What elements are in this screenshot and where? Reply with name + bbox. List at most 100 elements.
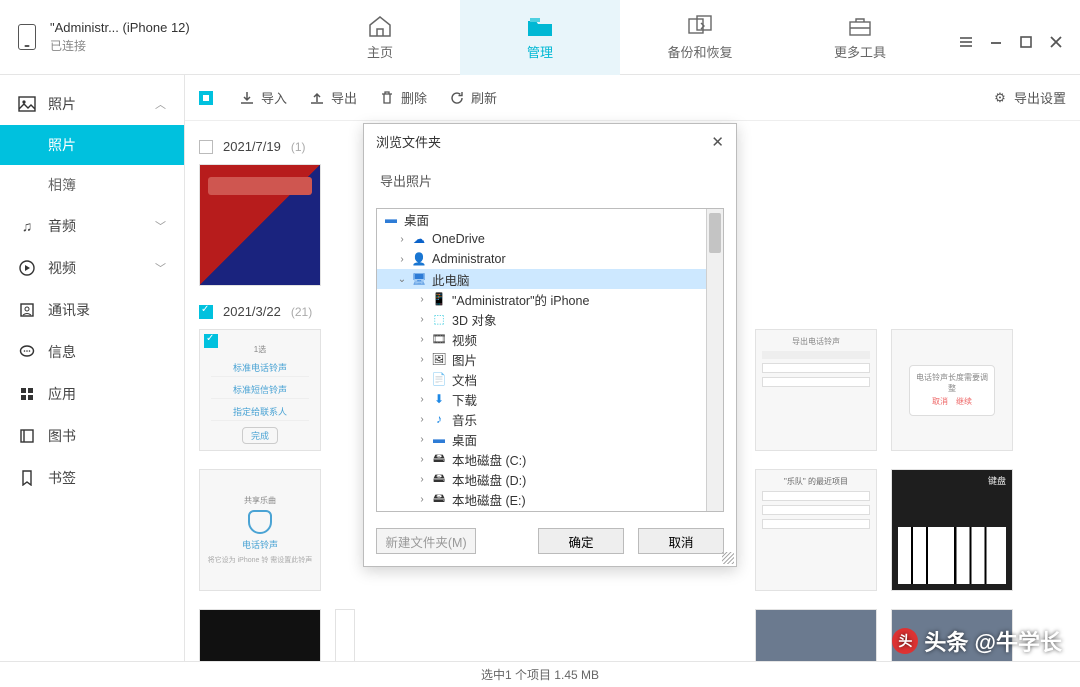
resize-grip[interactable] [722, 552, 734, 564]
group-checkbox[interactable] [199, 305, 213, 319]
cancel-button[interactable]: 取消 [638, 528, 724, 554]
nav-home[interactable]: 主页 [300, 0, 460, 75]
sidebar: 照片 ︿ 照片 相簿 ♫音频﹀ 视频﹀ 通讯录 信息 应用 图书 书签 [0, 75, 185, 661]
thumbnail[interactable]: 1选 标准电话铃声 标准短信铃声 指定给联系人 完成 [199, 329, 321, 451]
tree-row-admin[interactable]: ›👤Administrator [377, 249, 723, 269]
sidebar-photos[interactable]: 照片 ︿ [0, 83, 184, 125]
maximize-button[interactable] [1018, 34, 1034, 50]
folder-tree[interactable]: ▬桌面 ›☁OneDrive ›👤Administrator ⌄🖥此电脑 ›📱"… [376, 208, 724, 512]
dialog-titlebar: 浏览文件夹 ✕ [364, 124, 736, 159]
tree-row-pictures[interactable]: ›🖼图片 [377, 349, 723, 369]
expander-icon[interactable]: › [415, 394, 429, 405]
thumbnail[interactable] [199, 609, 321, 661]
minimize-button[interactable] [988, 34, 1004, 50]
sidebar-apps[interactable]: 应用 [0, 373, 184, 415]
nav-more[interactable]: 更多工具 [780, 0, 940, 75]
refresh-icon [449, 90, 465, 106]
dialog-title: 浏览文件夹 [376, 132, 441, 151]
nav-more-label: 更多工具 [834, 42, 886, 61]
sidebar-sub-photos[interactable]: 照片 [0, 125, 184, 165]
status-text: 选中1 个项目 1.45 MB [481, 666, 599, 683]
close-button[interactable] [1048, 34, 1064, 50]
import-button[interactable]: 导入 [239, 88, 287, 107]
phone-icon: 📱 [431, 292, 447, 306]
sidebar-books[interactable]: 图书 [0, 415, 184, 457]
expander-icon[interactable]: › [415, 374, 429, 385]
chevron-down-icon: ﹀ [155, 260, 166, 276]
refresh-button[interactable]: 刷新 [449, 88, 497, 107]
dialog-close-button[interactable]: ✕ [711, 133, 724, 151]
watermark: 头头条 @牛学长 [892, 625, 1062, 657]
tree-row-diske[interactable]: ›🖴本地磁盘 (E:) [377, 489, 723, 509]
tree-row-videos[interactable]: ›🎞视频 [377, 329, 723, 349]
contacts-icon [18, 301, 36, 319]
message-icon [18, 343, 36, 361]
tree-row-music[interactable]: ›♪音乐 [377, 409, 723, 429]
tree-row-diskd[interactable]: ›🖴本地磁盘 (D:) [377, 469, 723, 489]
sidebar-photos-label: 照片 [48, 94, 76, 114]
sidebar-contacts[interactable]: 通讯录 [0, 289, 184, 331]
thumbnail-partial[interactable] [335, 609, 355, 661]
disk-icon: 🖴 [431, 472, 447, 486]
disk-icon: 🖴 [431, 492, 447, 506]
thumbnail[interactable]: 共享乐曲 电话铃声 将它设为 iPhone 铃 需设置此铃声 [199, 469, 321, 591]
new-folder-button[interactable]: 新建文件夹(M) [376, 528, 476, 554]
thumbnail[interactable]: "乐队" 的最近项目 [755, 469, 877, 591]
select-all-checkbox[interactable] [199, 91, 213, 105]
sidebar-sub-albums[interactable]: 相簿 [0, 165, 184, 205]
sidebar-bookmarks[interactable]: 书签 [0, 457, 184, 499]
sidebar-audio[interactable]: ♫音频﹀ [0, 205, 184, 247]
tree-row-onedrive[interactable]: ›☁OneDrive [377, 229, 723, 249]
expander-icon[interactable]: › [415, 334, 429, 345]
tree-row-diskf[interactable]: ›🖴本地磁盘 (F:) [377, 509, 723, 512]
thumbnail[interactable]: 导出电话铃声 [755, 329, 877, 451]
expander-icon[interactable]: › [395, 254, 409, 265]
tree-row-thispc[interactable]: ⌄🖥此电脑 [377, 269, 723, 289]
expander-icon[interactable]: › [415, 494, 429, 505]
tree-row-desktop[interactable]: ▬桌面 [377, 209, 723, 229]
group-count: (1) [291, 140, 306, 154]
expander-icon[interactable]: › [415, 474, 429, 485]
browse-folder-dialog: 浏览文件夹 ✕ 导出照片 ▬桌面 ›☁OneDrive ›👤Administra… [363, 123, 737, 567]
backup-icon [686, 14, 714, 38]
tree-row-documents[interactable]: ›📄文档 [377, 369, 723, 389]
ok-button[interactable]: 确定 [538, 528, 624, 554]
expander-icon[interactable]: › [415, 294, 429, 305]
export-icon [309, 90, 325, 106]
thumbnail[interactable]: 电话铃声长度需要调整取消继续 [891, 329, 1013, 451]
export-settings-button[interactable]: ⚙导出设置 [992, 88, 1066, 107]
tree-row-downloads[interactable]: ›⬇下载 [377, 389, 723, 409]
tree-row-desktop2[interactable]: ›▬桌面 [377, 429, 723, 449]
home-icon [366, 14, 394, 38]
sidebar-messages[interactable]: 信息 [0, 331, 184, 373]
export-button[interactable]: 导出 [309, 88, 357, 107]
nav-backup[interactable]: 备份和恢复 [620, 0, 780, 75]
thumb-checkbox[interactable] [204, 334, 218, 348]
scrollbar-thumb[interactable] [709, 213, 721, 253]
thumbnail[interactable]: 键盘 [891, 469, 1013, 591]
group-count: (21) [291, 305, 312, 319]
delete-button[interactable]: 删除 [379, 88, 427, 107]
download-folder-icon: ⬇ [431, 392, 447, 406]
picture-folder-icon: 🖼 [431, 352, 447, 366]
tree-row-3d[interactable]: ›⬚3D 对象 [377, 309, 723, 329]
expander-icon[interactable]: › [415, 434, 429, 445]
thumbnail-partial[interactable] [335, 329, 355, 451]
expander-icon[interactable]: ⌄ [395, 274, 409, 285]
expander-icon[interactable]: › [395, 234, 409, 245]
menu-icon[interactable] [958, 34, 974, 50]
thumbnail-partial[interactable] [335, 469, 355, 591]
gear-icon: ⚙ [992, 90, 1008, 106]
thumbnail[interactable] [755, 609, 877, 661]
nav-manage[interactable]: 管理 [460, 0, 620, 75]
tree-row-iphone[interactable]: ›📱"Administrator"的 iPhone [377, 289, 723, 309]
sidebar-video[interactable]: 视频﹀ [0, 247, 184, 289]
expander-icon[interactable]: › [415, 354, 429, 365]
group-checkbox[interactable] [199, 140, 213, 154]
nav-backup-label: 备份和恢复 [667, 42, 732, 61]
expander-icon[interactable]: › [415, 454, 429, 465]
tree-row-diskc[interactable]: ›🖴本地磁盘 (C:) [377, 449, 723, 469]
thumbnail[interactable] [199, 164, 321, 286]
expander-icon[interactable]: › [415, 314, 429, 325]
expander-icon[interactable]: › [415, 414, 429, 425]
